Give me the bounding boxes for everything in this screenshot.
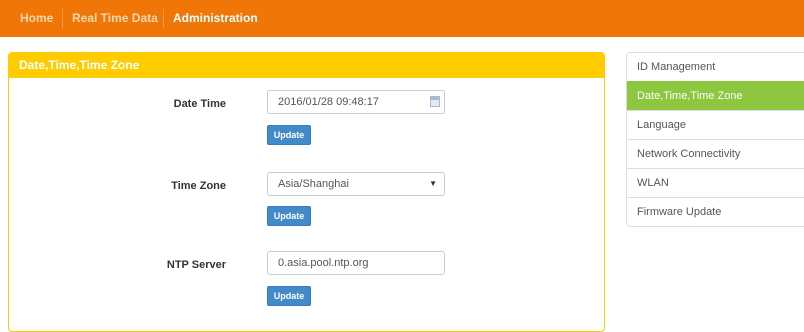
top-nav: Home Real Time Data Administration [0,0,804,37]
date-time-value: 2016/01/28 09:48:17 [278,96,379,108]
panel-header: Date,Time,Time Zone [9,53,604,78]
menu-item-id-management[interactable]: ID Management [627,53,804,81]
menu-item-network-connectivity[interactable]: Network Connectivity [627,139,804,168]
time-zone-update-button[interactable]: Update [267,206,311,226]
date-time-label: Date Time [173,98,226,110]
calendar-icon[interactable] [430,96,440,107]
date-time-panel: Date,Time,Time Zone Date Time 2016/01/28… [8,52,605,332]
nav-separator [163,9,164,28]
nav-separator [62,9,63,28]
chevron-down-icon: ▼ [429,179,437,188]
ntp-server-input[interactable]: 0.asia.pool.ntp.org [267,251,445,275]
panel-title: Date,Time,Time Zone [19,58,140,72]
ntp-server-value: 0.asia.pool.ntp.org [278,257,369,269]
time-zone-select[interactable]: Asia/Shanghai ▼ [267,172,445,196]
ntp-server-update-button[interactable]: Update [267,286,311,306]
time-zone-label: Time Zone [171,180,226,192]
date-time-update-button[interactable]: Update [267,125,311,145]
nav-real-time-data[interactable]: Real Time Data [72,0,158,37]
menu-item-date-time-zone[interactable]: Date,Time,Time Zone [627,81,804,110]
date-time-input[interactable]: 2016/01/28 09:48:17 [267,90,445,114]
menu-item-firmware-update[interactable]: Firmware Update [627,197,804,226]
side-menu: ID Management Date,Time,Time Zone Langua… [626,52,804,227]
time-zone-value: Asia/Shanghai [278,178,349,190]
nav-administration[interactable]: Administration [173,0,258,37]
ntp-server-label: NTP Server [166,259,226,271]
nav-home[interactable]: Home [20,0,53,37]
menu-item-wlan[interactable]: WLAN [627,168,804,197]
menu-item-language[interactable]: Language [627,110,804,139]
